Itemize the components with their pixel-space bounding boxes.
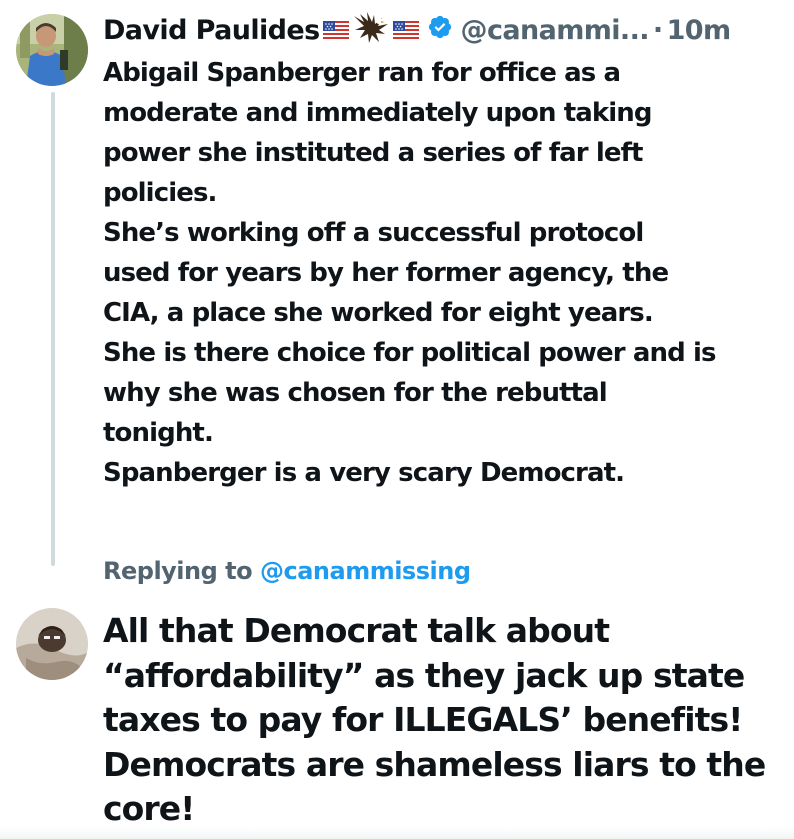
tweet-text-line: Spanberger is a very scary Democrat.	[103, 458, 625, 488]
reply-avatar-photo	[16, 608, 88, 680]
reply-text-line: taxes to pay for ILLEGALS’ benefits!	[103, 700, 743, 739]
tweet-text-line: policies.	[103, 178, 217, 208]
replying-to-mention-link[interactable]: @canammissing	[260, 557, 471, 585]
reply-text-line: core!	[103, 789, 195, 828]
header-separator: ·	[652, 14, 663, 46]
author-handle[interactable]: @canammi...	[461, 15, 650, 46]
replying-to-label: Replying to @canammissing	[103, 557, 471, 585]
author-avatar[interactable]	[16, 14, 88, 86]
tweet-text-line: tonight.	[103, 418, 214, 448]
tweet-text-line: She’s working off a successful protocol	[103, 218, 644, 248]
verified-badge-icon	[427, 14, 453, 47]
eagle-icon	[352, 10, 390, 51]
reply-author-avatar[interactable]	[16, 608, 88, 680]
tweet-header: David Paulides @canammi... · 10m	[103, 10, 731, 50]
us-flag-icon	[322, 15, 349, 46]
tweet-text: Abigail Spanberger ran for office as a m…	[103, 53, 783, 493]
tweet-text-line: She is there choice for political power …	[103, 338, 716, 368]
reply-text: All that Democrat talk about “affordabil…	[103, 609, 783, 832]
tweet-text-line: moderate and immediately upon taking	[103, 98, 653, 128]
reply-text-line: “affordability” as they jack up state	[103, 655, 745, 695]
reply-text-line: All that Democrat talk about	[103, 611, 610, 650]
author-name[interactable]: David Paulides	[103, 15, 320, 46]
reply-text-line: Democrats are shameless liars to the	[103, 744, 766, 784]
tweet-text-line: used for years by her former agency, the	[103, 258, 669, 288]
us-flag-icon	[392, 15, 419, 46]
tweet-text-line: Abigail Spanberger ran for office as a	[103, 58, 621, 88]
thread-connector-line	[51, 92, 55, 566]
bottom-divider	[0, 827, 794, 839]
tweet-text-line: why she was chosen for the rebuttal	[103, 378, 608, 408]
tweet-timestamp[interactable]: 10m	[667, 15, 732, 46]
tweet-text-line: power she instituted a series of far lef…	[103, 138, 643, 168]
replying-to-prefix: Replying to	[103, 557, 253, 585]
tweet-text-line: CIA, a place she worked for eight years.	[103, 298, 654, 328]
author-avatar-photo	[16, 14, 88, 86]
